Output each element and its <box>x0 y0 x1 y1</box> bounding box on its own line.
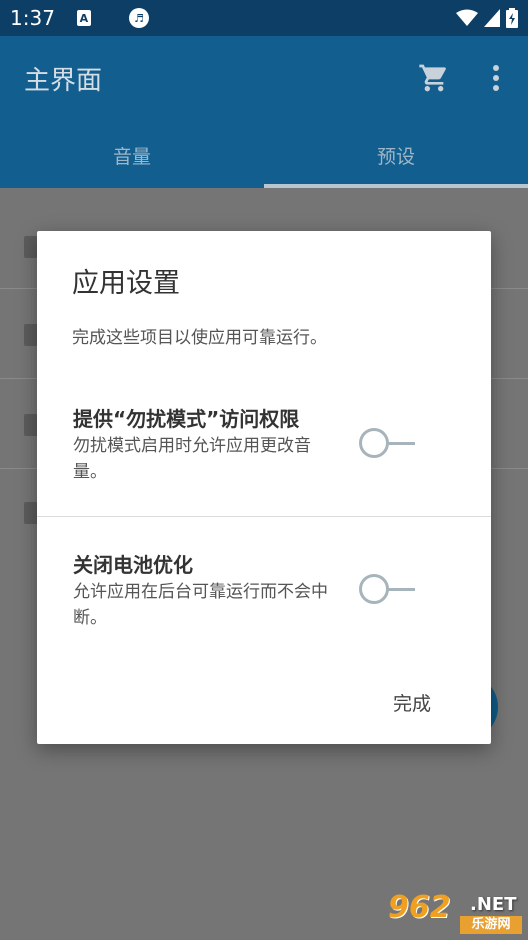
cart-icon[interactable] <box>418 62 450 94</box>
app-bar: 主界面 音量 预设 <box>0 36 528 188</box>
permission-description: 勿扰模式启用时允许应用更改音量。 <box>73 436 311 482</box>
status-right-icons <box>456 8 518 28</box>
list-item-icon <box>24 236 38 258</box>
toggle-thumb <box>359 428 389 458</box>
signal-icon <box>484 9 500 27</box>
tab-presets[interactable]: 预设 <box>264 134 528 188</box>
done-button[interactable]: 完成 <box>393 689 431 716</box>
dnd-toggle[interactable] <box>359 426 417 460</box>
battery-toggle[interactable] <box>359 572 417 606</box>
a-notification-icon: A <box>76 10 91 26</box>
watermark-site-name: 乐游网 <box>460 916 522 934</box>
app-settings-dialog: 应用设置 完成这些项目以使应用可靠运行。 提供“勿扰模式”访问权限 勿扰模式启用… <box>37 231 491 744</box>
wifi-icon <box>456 9 478 26</box>
list-item-icon <box>24 324 38 346</box>
dialog-title: 应用设置 <box>72 268 180 299</box>
battery-icon <box>506 8 518 28</box>
toggle-thumb <box>359 574 389 604</box>
more-vert-icon[interactable] <box>484 62 508 94</box>
status-bar: 1:37 A ♬ <box>0 0 528 36</box>
status-time: 1:37 <box>10 6 55 30</box>
sound-icon: ♬ <box>128 8 149 28</box>
permission-description: 允许应用在后台可靠运行而不会中断。 <box>73 582 328 628</box>
list-item-icon <box>24 502 38 524</box>
app-title: 主界面 <box>24 66 103 96</box>
list-item-icon <box>24 414 38 436</box>
dialog-subtitle: 完成这些项目以使应用可靠运行。 <box>72 328 327 348</box>
site-watermark: 962 .NET 乐游网 <box>388 890 526 938</box>
dialog-divider <box>37 516 491 517</box>
tab-volume[interactable]: 音量 <box>0 134 264 188</box>
permission-title: 提供“勿扰模式”访问权限 <box>73 407 300 431</box>
watermark-number: 962 <box>388 890 451 925</box>
permission-title: 关闭电池优化 <box>73 553 193 577</box>
watermark-suffix: .NET <box>470 894 517 915</box>
tab-bar: 音量 预设 <box>0 134 528 188</box>
